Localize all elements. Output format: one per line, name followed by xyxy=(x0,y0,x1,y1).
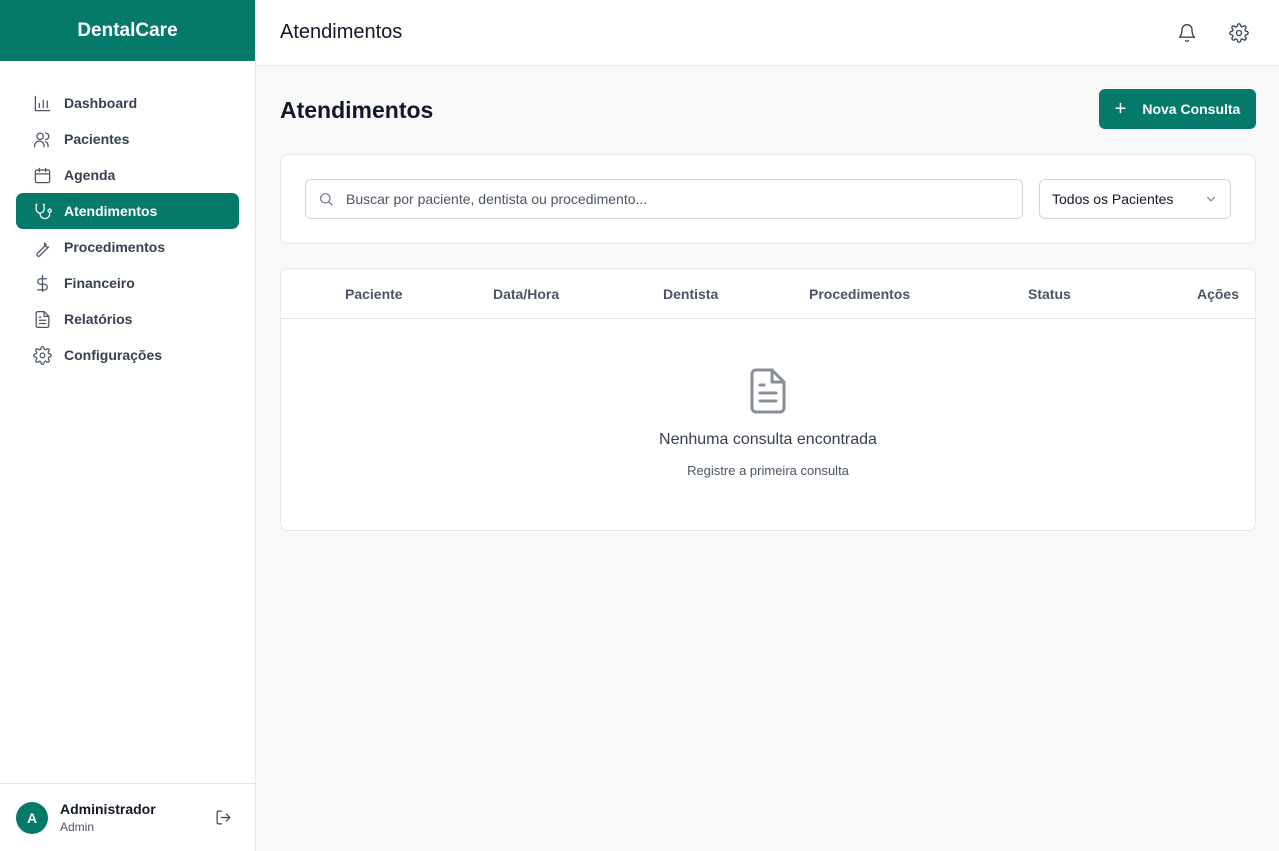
search-box[interactable] xyxy=(305,179,1023,219)
empty-state-title: Nenhuma consulta encontrada xyxy=(659,431,877,448)
wrench-icon xyxy=(32,237,52,257)
patient-filter-select[interactable]: Todos os Pacientes xyxy=(1039,179,1231,219)
dollar-icon xyxy=(32,273,52,293)
file-text-icon xyxy=(32,309,52,329)
column-header-dentista[interactable]: Dentista xyxy=(663,269,718,318)
settings-button[interactable] xyxy=(1227,21,1251,45)
gear-icon xyxy=(1229,22,1249,43)
patient-filter-value: Todos os Pacientes xyxy=(1052,191,1174,207)
consultations-table: Paciente Data/Hora Dentista Procedimento… xyxy=(280,268,1256,531)
topbar: Atendimentos xyxy=(256,0,1279,66)
sidebar-item-label: Financeiro xyxy=(64,275,135,291)
gear-icon xyxy=(32,345,52,365)
topbar-title: Atendimentos xyxy=(280,21,403,43)
user-role: Admin xyxy=(60,820,95,834)
sidebar-item-label: Dashboard xyxy=(64,95,138,111)
user-panel: A Administrador Admin xyxy=(0,783,255,851)
page-header: Atendimentos + Nova Consulta xyxy=(280,66,1256,154)
plus-icon: + xyxy=(1114,98,1127,120)
page-title: Atendimentos xyxy=(280,96,434,123)
users-icon xyxy=(32,129,52,149)
bar-chart-icon xyxy=(32,93,52,113)
sidebar-nav: Dashboard Pacientes Agenda Atendimentos … xyxy=(0,61,255,373)
search-icon xyxy=(320,193,333,206)
sidebar-item-label: Configurações xyxy=(64,347,163,363)
sidebar-item-label: Procedimentos xyxy=(64,239,166,255)
main-content: Atendimentos + Nova Consulta Todos os Pa… xyxy=(280,66,1256,531)
sidebar-item-label: Agenda xyxy=(64,167,116,183)
sidebar-item-agenda[interactable]: Agenda xyxy=(16,157,239,193)
sidebar: DentalCare Dashboard Pacientes Agenda At… xyxy=(0,0,256,851)
notifications-button[interactable] xyxy=(1175,21,1199,45)
sidebar-item-label: Atendimentos xyxy=(64,203,158,219)
new-consultation-button[interactable]: + Nova Consulta xyxy=(1099,89,1256,129)
calendar-icon xyxy=(32,165,52,185)
new-consultation-label: Nova Consulta xyxy=(1142,101,1241,117)
avatar: A xyxy=(16,801,48,834)
sidebar-item-configuracoes[interactable]: Configurações xyxy=(16,337,239,373)
sidebar-item-procedimentos[interactable]: Procedimentos xyxy=(16,229,239,265)
table-header: Paciente Data/Hora Dentista Procedimento… xyxy=(281,269,1255,319)
document-icon xyxy=(750,368,786,414)
column-header-status[interactable]: Status xyxy=(1028,269,1071,318)
brand-logo: DentalCare xyxy=(0,0,255,61)
sidebar-item-financeiro[interactable]: Financeiro xyxy=(16,265,239,301)
column-header-data-hora[interactable]: Data/Hora xyxy=(493,269,559,318)
user-name: Administrador xyxy=(60,801,156,817)
column-header-procedimentos[interactable]: Procedimentos xyxy=(809,269,910,318)
column-header-acoes: Ações xyxy=(1196,285,1239,302)
filter-card: Todos os Pacientes xyxy=(280,154,1256,244)
logout-icon xyxy=(216,810,230,825)
user-info: Administrador Admin xyxy=(60,801,213,834)
empty-state: Nenhuma consulta encontrada Registre a p… xyxy=(281,319,1255,478)
logout-button[interactable] xyxy=(213,808,233,828)
bell-icon xyxy=(1178,23,1196,42)
sidebar-item-label: Pacientes xyxy=(64,131,130,147)
column-header-paciente[interactable]: Paciente xyxy=(345,269,403,318)
sidebar-item-label: Relatórios xyxy=(64,311,133,327)
sidebar-item-dashboard[interactable]: Dashboard xyxy=(16,85,239,121)
sidebar-item-relatorios[interactable]: Relatórios xyxy=(16,301,239,337)
empty-state-subtitle: Registre a primeira consulta xyxy=(687,463,849,478)
sidebar-item-pacientes[interactable]: Pacientes xyxy=(16,121,239,157)
sidebar-item-atendimentos[interactable]: Atendimentos xyxy=(16,193,239,229)
chevron-down-icon xyxy=(1206,196,1216,202)
search-input[interactable] xyxy=(346,191,1022,207)
stethoscope-icon xyxy=(32,201,52,221)
